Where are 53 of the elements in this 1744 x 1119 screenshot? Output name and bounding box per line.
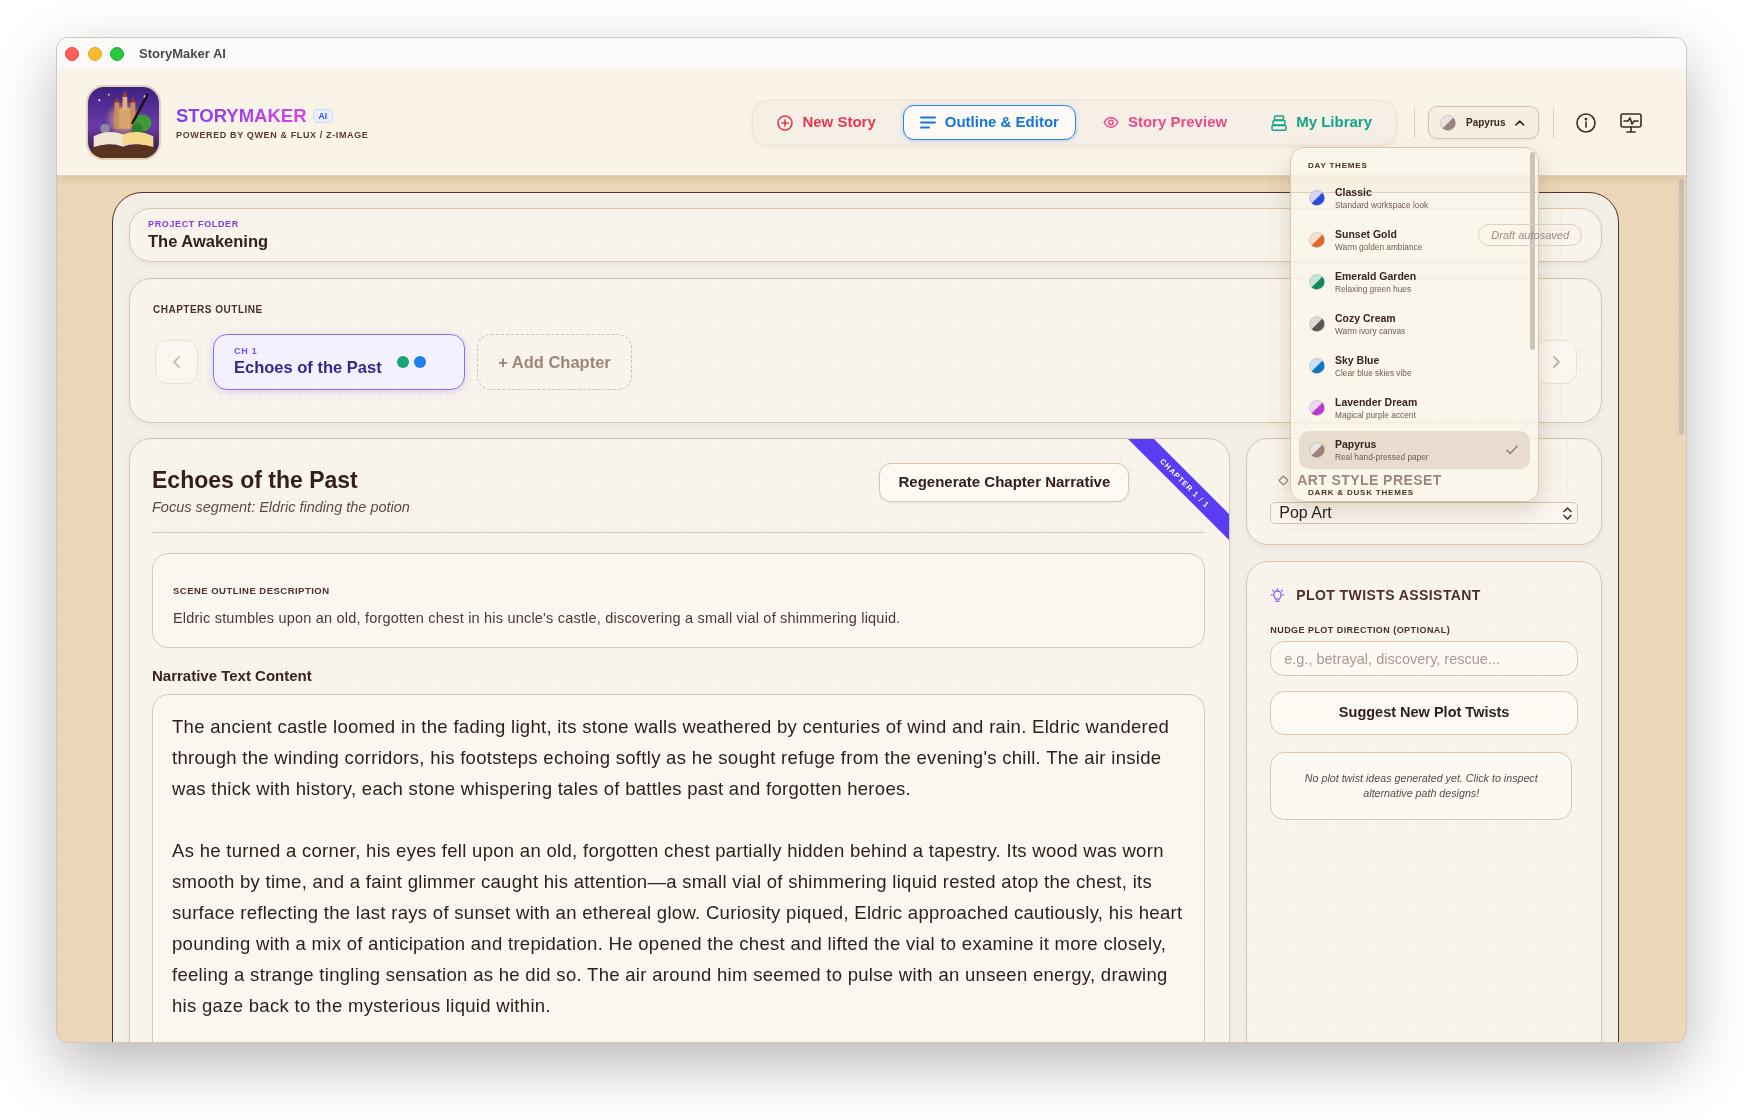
nav-tab[interactable]: New Story xyxy=(760,105,893,140)
plot-direction-input[interactable]: e.g., betrayal, discovery, rescue... xyxy=(1270,641,1578,676)
lightbulb-icon xyxy=(1270,587,1286,603)
ai-badge: AI xyxy=(312,108,334,123)
chapter-tab[interactable]: CH 1 Echoes of the Past xyxy=(213,334,465,390)
theme-option[interactable]: Cozy Cream Warm ivory canvas xyxy=(1299,305,1418,343)
project-folder-label: PROJECT FOLDER xyxy=(148,219,240,230)
regenerate-narrative-button[interactable]: Regenerate Chapter Narrative xyxy=(879,463,1130,502)
minimize-window-button[interactable] xyxy=(88,47,102,61)
theme-option[interactable]: Sky Blue Clear blue skies vibe xyxy=(1299,347,1424,385)
next-chapter-button[interactable] xyxy=(1536,340,1577,384)
plot-twists-title: PLOT TWISTS ASSISTANT xyxy=(1296,586,1481,605)
monitor-pulse-icon[interactable] xyxy=(1620,112,1642,133)
plot-direction-label: NUDGE PLOT DIRECTION (OPTIONAL) xyxy=(1270,624,1451,636)
theme-button[interactable]: Papyrus xyxy=(1428,106,1539,139)
chevron-left-icon xyxy=(173,356,180,368)
brand-tagline: POWERED BY QWEN & FLUX / Z-IMAGE xyxy=(176,129,369,141)
narrative-paragraph: The ancient castle loomed in the fading light, its stone walls weathered by centuries of wind and rain. Eldric wandered through the winding corridors, his footsteps echoing softly as he sought refuge from the evening's chill. The air inside was thick with history, each stone whispering tales of battles past and forgotten heroes. xyxy=(172,715,1171,801)
info-icon[interactable] xyxy=(1576,112,1596,133)
theme-option[interactable]: Lavender Dream Magical purple accent xyxy=(1299,389,1430,427)
diamond-icon xyxy=(1278,474,1290,486)
checkmark-icon xyxy=(1506,445,1518,455)
scene-outline-label: SCENE OUTLINE DESCRIPTION xyxy=(173,585,330,597)
empty-state-message: No plot twist ideas generated yet. Click to inspect alternative path designs! xyxy=(1303,771,1539,801)
suggest-plot-twists-button[interactable]: Suggest New Plot Twists xyxy=(1270,691,1578,735)
theme-option[interactable]: Emerald Garden Relaxing green hues xyxy=(1299,263,1429,301)
zoom-window-button[interactable] xyxy=(110,47,124,61)
plus-circle-icon xyxy=(777,114,794,131)
art-style-label: ART STYLE PRESET xyxy=(1297,472,1442,488)
page-scrollbar[interactable] xyxy=(1679,179,1684,435)
list-lines-icon xyxy=(919,116,936,129)
narrative-text-field[interactable] xyxy=(152,694,1206,1042)
nav-tab[interactable]: Outline & Editor xyxy=(902,105,1076,140)
narrative-label: Narrative Text Content xyxy=(152,666,312,686)
project-name: The Awakening xyxy=(148,231,269,251)
chapters-heading: CHAPTERS OUTLINE xyxy=(153,304,263,316)
chevron-up-icon xyxy=(1515,119,1525,126)
theme-section-heading: DARK & DUSK THEMES xyxy=(1308,488,1414,497)
eye-icon xyxy=(1102,117,1119,128)
close-window-button[interactable] xyxy=(65,47,79,61)
window-title: StoryMaker AI xyxy=(139,45,226,64)
theme-option[interactable]: Papyrus Real hand-pressed paper xyxy=(1299,431,1530,469)
theme-option[interactable]: Sunset Gold Warm golden ambiance xyxy=(1299,221,1435,259)
scene-outline-text: Eldric stumbles upon an old, forgotten chest in his uncle's castle, discovering a small vial of shimmering liquid. xyxy=(173,609,901,628)
theme-section-heading: DAY THEMES xyxy=(1308,161,1368,171)
chevron-right-icon xyxy=(1553,356,1560,368)
focus-subtitle: Focus segment: Eldric finding the potion xyxy=(152,498,410,517)
updown-chevron-icon xyxy=(1563,506,1572,520)
chapter-title: Echoes of the Past xyxy=(152,466,358,495)
theme-option[interactable]: Classic Standard workspace look xyxy=(1299,179,1441,217)
art-style-select[interactable]: Pop Art xyxy=(1270,502,1578,524)
narrative-paragraph: As he turned a corner, his eyes fell upon an old, forgotten chest partially hidden behind a tapestry. Its wood was worn smooth by time, and a faint glimmer caught his attention—a small vial of shimmering liquid rested atop the chest, its surface reflecting the last rays of sunset with an ethereal glow. Curiosity piqued, Eldric approached cautiously, his heart pounding with a mix of anticipation and trepidation. He opened the chest and lifted the vial to examine it more closely, feeling a strange tingling sensation as he did so. The air around him seemed to pulse with an unseen energy, drawing his gaze back to the mysterious liquid within. xyxy=(172,839,1184,1018)
stacked-boxes-icon xyxy=(1271,114,1288,131)
